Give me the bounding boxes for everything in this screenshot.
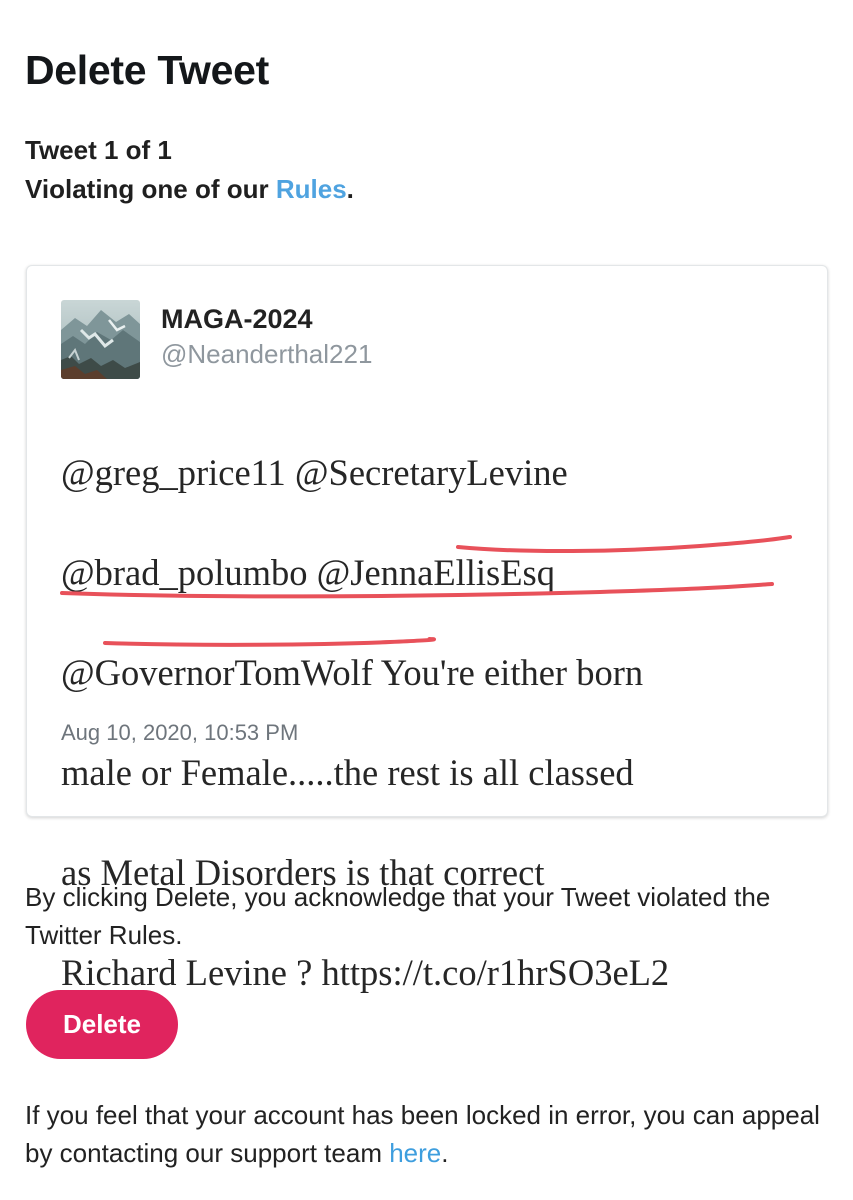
tweet-line: @greg_price11 @SecretaryLevine bbox=[61, 452, 568, 493]
violation-suffix: . bbox=[346, 174, 354, 204]
tweet-line: male or Female.....the rest is all class… bbox=[61, 752, 634, 793]
tweet-card: MAGA-2024 @Neanderthal221 @greg_price11 … bbox=[26, 265, 828, 993]
tweet-meta: Tweet 1 of 1 Violating one of our Rules. bbox=[25, 131, 354, 209]
rules-link[interactable]: Rules bbox=[276, 174, 347, 204]
tweet-line: @GovernorTomWolf You're either born bbox=[61, 652, 644, 693]
acknowledgement-text: By clicking Delete, you acknowledge that… bbox=[25, 882, 771, 950]
violation-notice: Violating one of our Rules. bbox=[25, 170, 354, 209]
violation-prefix: Violating one of our bbox=[25, 174, 276, 204]
avatar[interactable] bbox=[61, 300, 140, 379]
tweet-timestamp: Aug 10, 2020, 10:53 PM bbox=[61, 720, 299, 745]
support-link[interactable]: here bbox=[389, 1138, 441, 1168]
display-name[interactable]: MAGA-2024 bbox=[161, 302, 313, 336]
appeal-text: If you feel that your account has been l… bbox=[25, 1096, 835, 1172]
appeal-suffix: . bbox=[441, 1138, 449, 1168]
tweet-line: @brad_polumbo @JennaEllisEsq bbox=[61, 552, 556, 593]
delete-button[interactable]: Delete bbox=[26, 990, 178, 1059]
page-title: Delete Tweet bbox=[25, 47, 270, 93]
tweet-counter: Tweet 1 of 1 bbox=[25, 135, 172, 165]
tweet-line: Richard Levine ? https://t.co/r1hrSO3eL2 bbox=[61, 952, 670, 993]
avatar-image bbox=[61, 300, 140, 379]
user-handle[interactable]: @Neanderthal221 bbox=[161, 338, 372, 370]
